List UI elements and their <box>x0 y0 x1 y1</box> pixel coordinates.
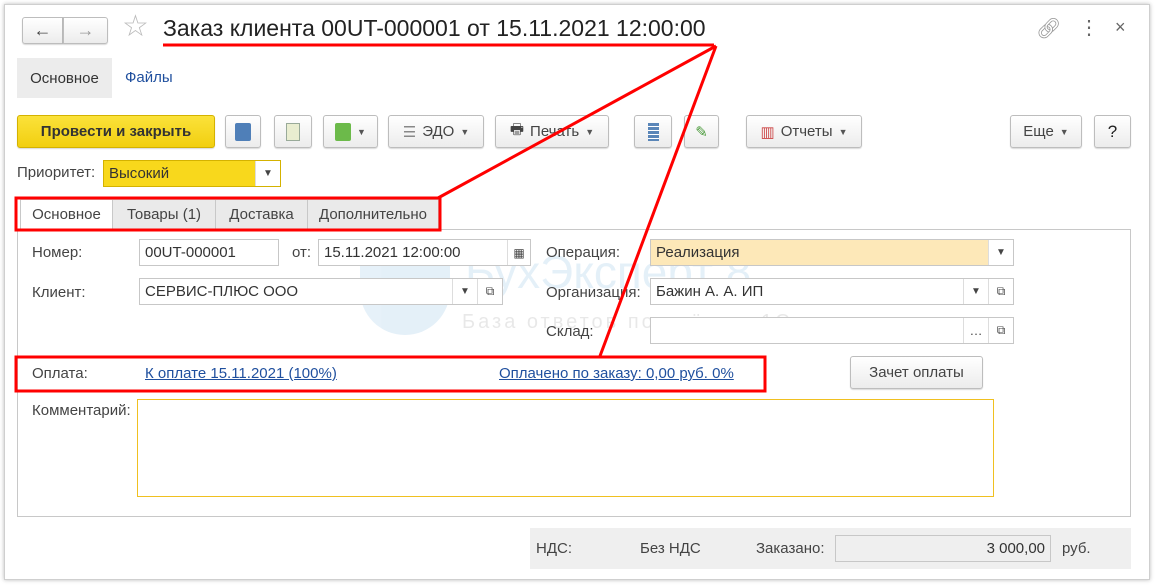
forward-button[interactable]: → <box>63 17 108 44</box>
chevron-down-icon: ▼ <box>838 126 848 137</box>
tab-additional[interactable]: Дополнительно <box>307 199 439 230</box>
operation-value: Реализация <box>656 244 740 261</box>
client-value: СЕРВИС-ПЛЮС ООО <box>145 283 299 300</box>
paid-amount-link[interactable]: Оплачено по заказу: 0,00 руб. 0% <box>499 365 734 382</box>
arrow-right-icon: → <box>76 20 95 40</box>
warehouse-label: Склад: <box>546 323 594 340</box>
pencil-clock-icon: ✎ <box>695 123 708 141</box>
number-field[interactable]: 00UT-000001 <box>139 239 279 266</box>
number-label: Номер: <box>32 244 83 261</box>
client-label: Клиент: <box>32 284 86 301</box>
select-ellipsis-icon[interactable]: … <box>963 318 988 343</box>
printer-icon: 🖶︎ <box>509 121 525 138</box>
priority-value: Высокий <box>109 165 170 182</box>
priority-select[interactable]: Высокий ▼ <box>103 160 281 187</box>
priority-label: Приоритет: <box>17 164 96 181</box>
payment-label: Оплата: <box>32 365 88 382</box>
organization-field[interactable]: Бажин А. А. ИП ▼ ⧉ <box>650 278 1014 305</box>
comment-label: Комментарий: <box>32 402 131 419</box>
save-icon <box>235 122 251 141</box>
list-icon <box>647 122 659 141</box>
client-field[interactable]: СЕРВИС-ПЛЮС ООО ▼ ⧉ <box>139 278 503 305</box>
back-button[interactable]: ← <box>22 17 63 44</box>
edit-history-button[interactable]: ✎ <box>684 115 719 148</box>
edo-label: ЭДО <box>422 123 455 140</box>
report-chart-icon: ▥ <box>760 123 775 141</box>
warehouse-field[interactable]: … ⧉ <box>650 317 1014 344</box>
print-button[interactable]: 🖶︎ Печать ▼ <box>495 115 609 148</box>
more-dots-icon[interactable]: ⋮ <box>1079 15 1099 40</box>
more-button[interactable]: Еще ▼ <box>1010 115 1082 148</box>
structure-button[interactable] <box>634 115 672 148</box>
vat-label: НДС: <box>536 540 572 557</box>
post-document-icon <box>286 122 300 141</box>
post-and-close-button[interactable]: Провести и закрыть <box>17 115 215 148</box>
tab-goods[interactable]: Товары (1) <box>112 199 216 230</box>
operation-label: Операция: <box>546 244 621 261</box>
edo-button[interactable]: ☰ ЭДО ▼ <box>388 115 484 148</box>
post-button[interactable] <box>274 115 312 148</box>
reports-button[interactable]: ▥ Отчеты ▼ <box>746 115 862 148</box>
create-based-on-button[interactable]: ▼ <box>323 115 378 148</box>
section-main[interactable]: Основное <box>17 58 112 98</box>
chevron-down-icon[interactable]: ▼ <box>255 161 280 186</box>
organization-label: Организация: <box>546 284 641 301</box>
chevron-down-icon[interactable]: ▼ <box>963 279 988 304</box>
calendar-icon[interactable]: ▦ <box>507 240 530 265</box>
currency-label: руб. <box>1062 540 1091 557</box>
tab-delivery[interactable]: Доставка <box>215 199 308 230</box>
ordered-total: 3 000,00 <box>835 535 1051 562</box>
date-value: 15.11.2021 12:00:00 <box>324 244 461 261</box>
help-button[interactable]: ? <box>1094 115 1131 148</box>
date-label: от: <box>292 244 312 261</box>
payment-offset-button[interactable]: Зачет оплаты <box>850 356 983 389</box>
chevron-down-icon[interactable]: ▼ <box>452 279 477 304</box>
tab-main[interactable]: Основное <box>20 199 113 230</box>
chevron-down-icon: ▼ <box>585 126 595 137</box>
operation-select[interactable]: Реализация ▼ <box>650 239 1014 266</box>
more-label: Еще <box>1023 123 1054 140</box>
vat-value: Без НДС <box>640 540 701 557</box>
open-icon[interactable]: ⧉ <box>477 279 502 304</box>
open-icon[interactable]: ⧉ <box>988 279 1013 304</box>
link-icon[interactable]: 🔗︎ <box>1036 16 1061 41</box>
ordered-label: Заказано: <box>756 540 825 557</box>
date-field[interactable]: 15.11.2021 12:00:00 ▦ <box>318 239 531 266</box>
edo-icon: ☰ <box>402 123 417 141</box>
comment-textarea[interactable] <box>137 399 994 497</box>
page-title: Заказ клиента 00UT-000001 от 15.11.2021 … <box>163 15 706 41</box>
payment-schedule-link[interactable]: К оплате 15.11.2021 (100%) <box>145 365 337 382</box>
close-icon[interactable]: × <box>1115 17 1126 38</box>
section-files[interactable]: Файлы <box>125 69 173 86</box>
reports-label: Отчеты <box>780 123 833 140</box>
create-based-icon <box>335 122 352 141</box>
organization-value: Бажин А. А. ИП <box>656 283 764 300</box>
open-icon[interactable]: ⧉ <box>988 318 1013 343</box>
chevron-down-icon: ▼ <box>357 126 366 137</box>
chevron-down-icon: ▼ <box>1059 126 1069 137</box>
star-icon[interactable]: ☆ <box>122 12 149 42</box>
arrow-left-icon: ← <box>33 20 52 40</box>
save-button[interactable] <box>225 115 261 148</box>
chevron-down-icon[interactable]: ▼ <box>988 240 1013 265</box>
chevron-down-icon: ▼ <box>460 126 470 137</box>
print-label: Печать <box>530 123 580 140</box>
